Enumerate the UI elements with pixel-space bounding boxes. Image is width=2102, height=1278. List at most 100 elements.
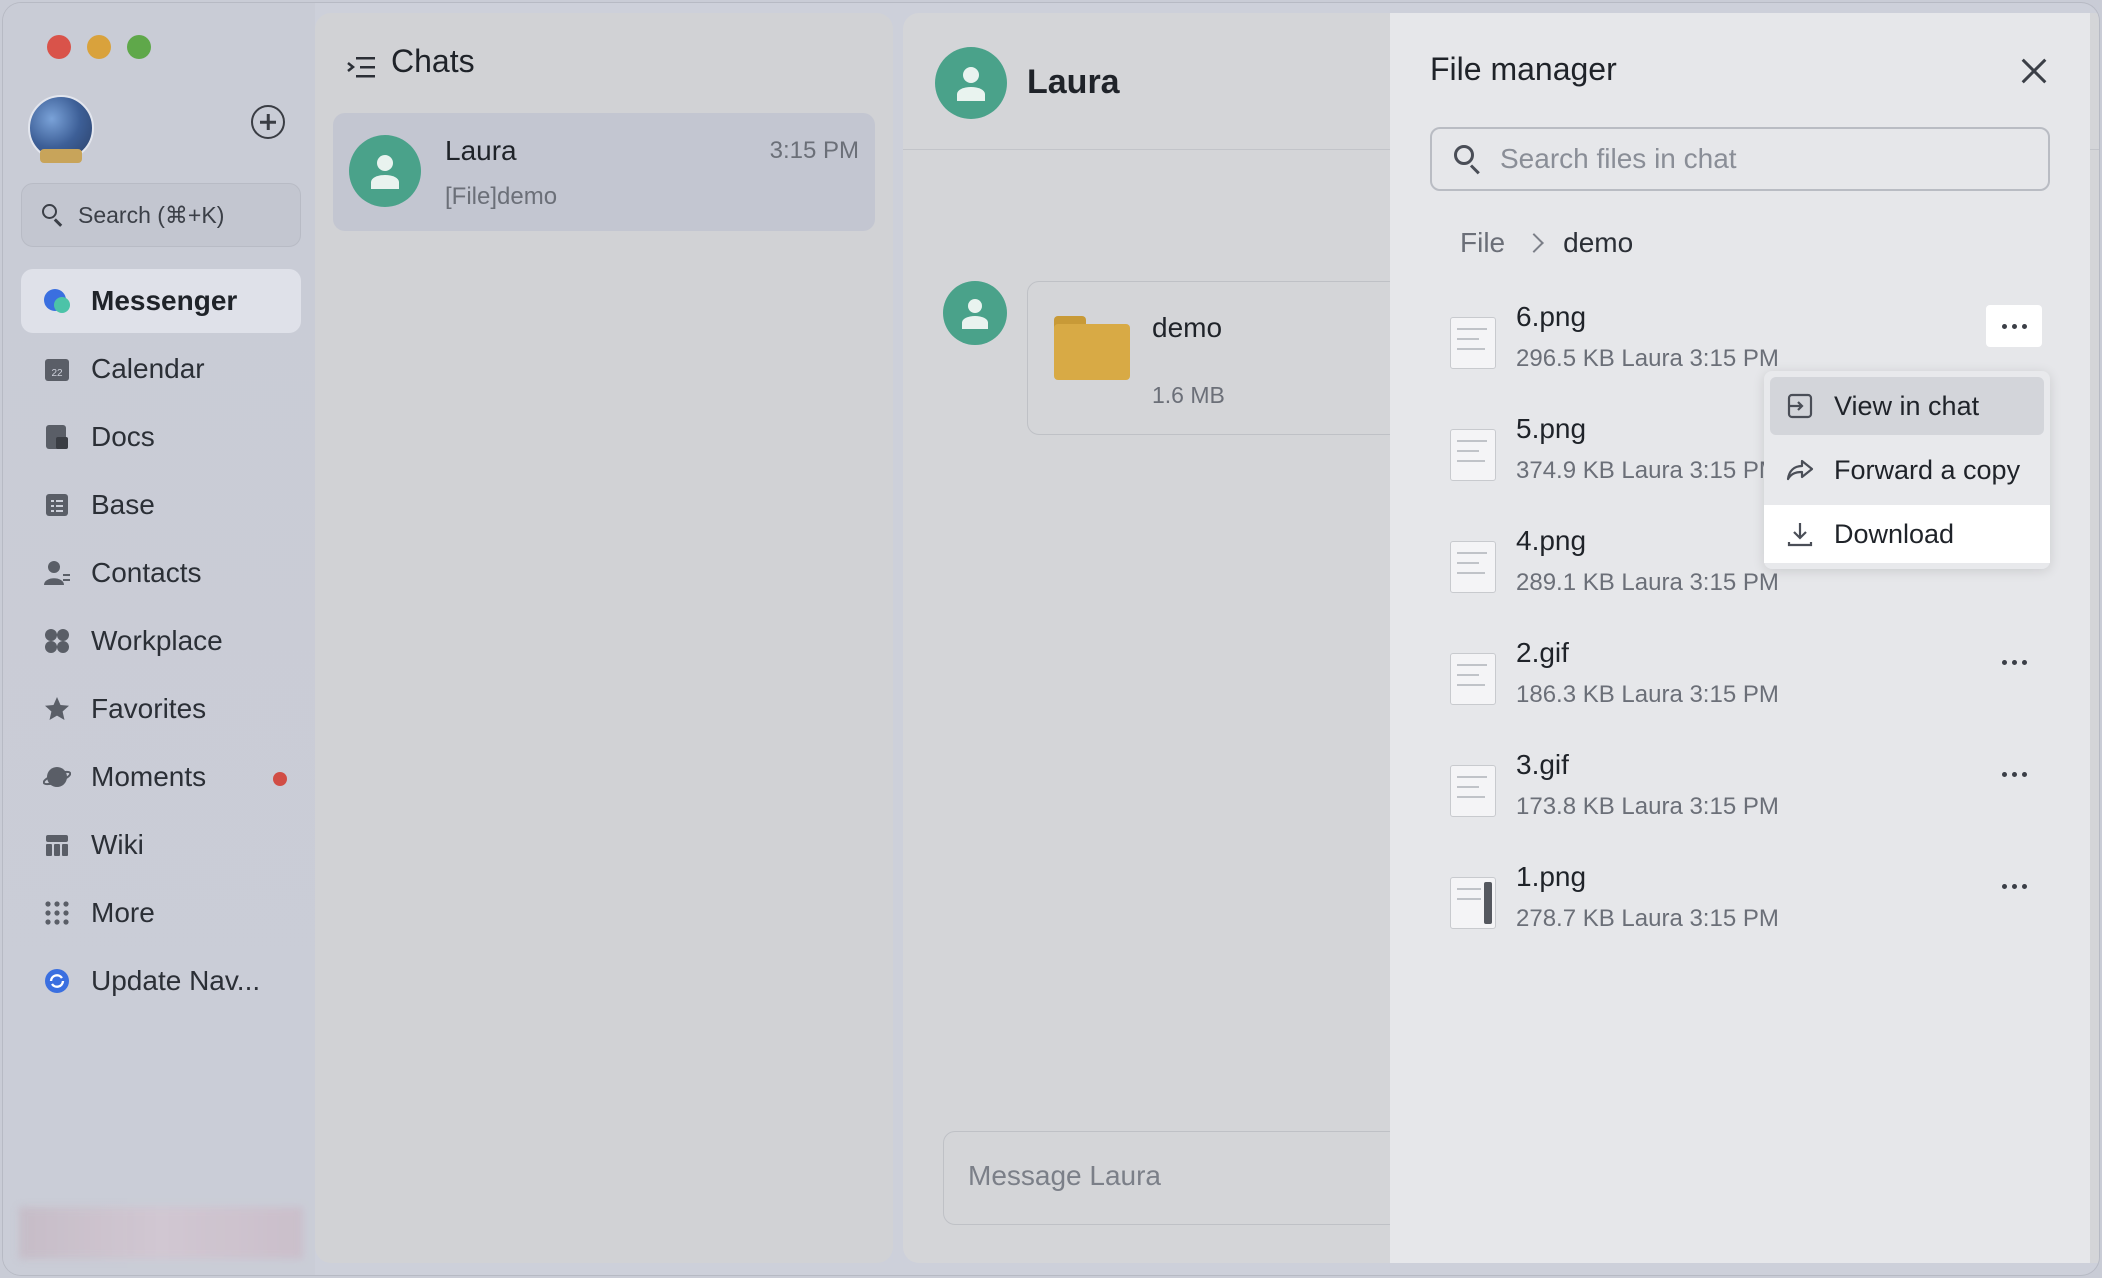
nav-item-label: Wiki	[91, 829, 144, 860]
file-meta: 278.7 KB Laura 3:15 PM	[1516, 905, 1779, 932]
file-thumbnail	[1450, 765, 1496, 817]
nav-item-more[interactable]: More	[21, 881, 301, 945]
avatar-badge	[40, 149, 82, 163]
messenger-icon	[43, 287, 71, 315]
nav-item-favorites[interactable]: Favorites	[21, 677, 301, 741]
wiki-icon	[43, 831, 71, 859]
download-icon	[1786, 520, 1814, 548]
nav-item-label: Base	[91, 489, 155, 520]
nav-item-update-nav[interactable]: Update Nav...	[21, 949, 301, 1013]
view-in-chat-icon	[1786, 392, 1814, 420]
menu-item-label: View in chat	[1834, 390, 1980, 421]
breadcrumb-root[interactable]: File	[1460, 227, 1505, 259]
nav-item-wiki[interactable]: Wiki	[21, 813, 301, 877]
file-card-size: 1.6 MB	[1152, 382, 1225, 408]
blurred-bottom-area	[19, 1207, 303, 1259]
workplace-icon	[43, 627, 71, 655]
close-window-button[interactable]	[47, 35, 71, 59]
left-navigation: Search (⌘+K) Messenger 22 Calendar Docs	[3, 3, 315, 1275]
minimize-window-button[interactable]	[87, 35, 111, 59]
menu-item-label: Forward a copy	[1834, 454, 2021, 485]
close-icon[interactable]	[2018, 55, 2050, 87]
chat-preview: [File]demo	[445, 183, 558, 210]
file-row[interactable]: 2.gif 186.3 KB Laura 3:15 PM	[1450, 637, 2060, 737]
more-grid-icon	[43, 899, 71, 927]
file-meta: 374.9 KB Laura 3:15 PM	[1516, 457, 1779, 484]
chat-timestamp: 3:15 PM	[769, 137, 859, 164]
file-row[interactable]: 3.gif 173.8 KB Laura 3:15 PM	[1450, 749, 2060, 849]
nav-item-base[interactable]: Base	[21, 473, 301, 537]
more-options-button[interactable]	[1986, 641, 2042, 683]
nav-item-label: Moments	[91, 761, 207, 792]
file-meta: 186.3 KB Laura 3:15 PM	[1516, 681, 1779, 708]
star-icon	[43, 695, 71, 723]
avatar[interactable]	[943, 281, 1007, 345]
file-meta: 173.8 KB Laura 3:15 PM	[1516, 793, 1779, 820]
file-meta: 296.5 KB Laura 3:15 PM	[1516, 345, 1779, 372]
file-context-menu: View in chat Forward a copy Download	[1764, 371, 2050, 569]
message-input[interactable]: Message Laura	[943, 1131, 1443, 1225]
file-name: 3.gif	[1516, 749, 1569, 780]
global-search-button[interactable]: Search (⌘+K)	[21, 183, 301, 247]
update-icon	[43, 967, 71, 995]
file-name: 2.gif	[1516, 637, 1569, 668]
nav-item-docs[interactable]: Docs	[21, 405, 301, 469]
nav-item-contacts[interactable]: Contacts	[21, 541, 301, 605]
nav-item-workplace[interactable]: Workplace	[21, 609, 301, 673]
notification-dot	[273, 772, 287, 786]
file-thumbnail	[1450, 429, 1496, 481]
file-manager-panel: File manager Search files in chat File d…	[1390, 13, 2090, 1263]
file-meta: 289.1 KB Laura 3:15 PM	[1516, 569, 1779, 596]
more-options-button[interactable]	[1986, 305, 2042, 347]
nav-item-label: Favorites	[91, 693, 207, 724]
chat-contact-name: Laura	[445, 135, 517, 166]
avatar[interactable]	[935, 47, 1007, 119]
nav-item-label: Docs	[91, 421, 155, 452]
moments-icon	[43, 763, 71, 791]
file-name: 1.png	[1516, 861, 1587, 892]
chat-list-header: Chats	[347, 43, 475, 80]
base-icon	[43, 491, 71, 519]
search-icon	[42, 204, 64, 226]
nav-item-label: Workplace	[91, 625, 223, 656]
file-thumbnail	[1450, 541, 1496, 593]
folder-icon	[1054, 316, 1130, 380]
nav-item-calendar[interactable]: 22 Calendar	[21, 337, 301, 401]
nav-item-messenger[interactable]: Messenger	[21, 269, 301, 333]
nav-item-label: Calendar	[91, 353, 205, 384]
menu-item-label: Download	[1834, 518, 1955, 549]
nav-item-moments[interactable]: Moments	[21, 745, 301, 809]
file-name: 5.png	[1516, 413, 1587, 444]
more-options-button[interactable]	[1986, 753, 2042, 795]
app-window: Search (⌘+K) Messenger 22 Calendar Docs	[3, 3, 2099, 1275]
search-icon	[1454, 145, 1482, 173]
file-row[interactable]: 1.png 278.7 KB Laura 3:15 PM	[1450, 861, 2060, 961]
chat-list-toggle-icon[interactable]	[347, 50, 375, 77]
nav-item-label: More	[91, 897, 155, 928]
file-message-card[interactable]: demo 1.6 MB	[1027, 281, 1447, 435]
nav-item-label: Messenger	[91, 285, 238, 316]
contacts-icon	[43, 559, 71, 587]
nav-list: Messenger 22 Calendar Docs Base Contacts…	[21, 269, 301, 1017]
menu-item-download[interactable]: Download	[1764, 505, 2050, 563]
user-avatar[interactable]	[28, 95, 94, 163]
conversation-title[interactable]: Laura	[1027, 63, 1120, 102]
file-card-name: demo	[1152, 312, 1223, 343]
chat-list-item[interactable]: Laura 3:15 PM [File]demo	[333, 113, 875, 231]
global-search-label: Search (⌘+K)	[78, 201, 225, 228]
forward-icon	[1786, 456, 1814, 484]
docs-icon	[43, 423, 71, 451]
chat-list-title: Chats	[391, 43, 475, 79]
file-thumbnail	[1450, 653, 1496, 705]
add-plus-button[interactable]	[251, 105, 285, 139]
menu-item-forward-copy[interactable]: Forward a copy	[1770, 441, 2044, 499]
message-input-placeholder: Message Laura	[968, 1160, 1162, 1191]
more-options-button[interactable]	[1986, 865, 2042, 907]
zoom-window-button[interactable]	[127, 35, 151, 59]
nav-item-label: Contacts	[91, 557, 202, 588]
file-thumbnail	[1450, 317, 1496, 369]
calendar-icon: 22	[43, 355, 71, 383]
file-search-input[interactable]: Search files in chat	[1430, 127, 2050, 191]
file-name: 6.png	[1516, 301, 1587, 332]
menu-item-view-in-chat[interactable]: View in chat	[1770, 377, 2044, 435]
